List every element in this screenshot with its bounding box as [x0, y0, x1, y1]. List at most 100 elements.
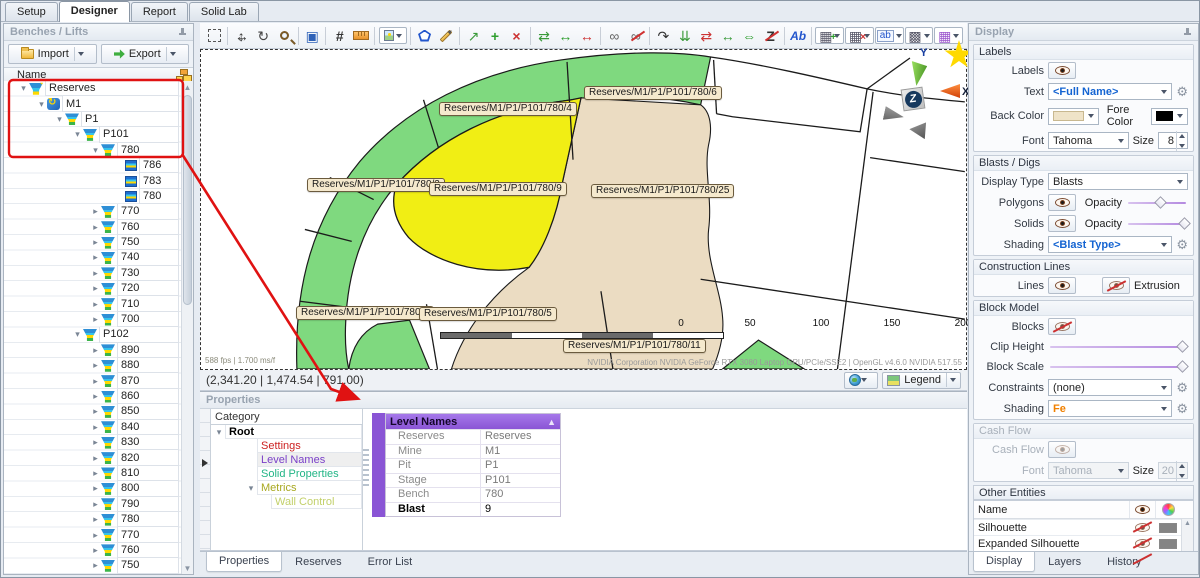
toolbar-button[interactable]: ∞ — [604, 25, 624, 47]
tree-scrollbar[interactable]: ▲ ▼ — [181, 81, 193, 574]
other-entities-column-header[interactable]: Name — [974, 501, 1193, 519]
slider-thumb[interactable] — [1176, 340, 1189, 353]
toolbar-button[interactable]: ↔ — [577, 25, 597, 47]
clip-height-slider[interactable] — [1048, 340, 1188, 354]
tree-row[interactable]: 786 — [14, 158, 193, 173]
property-row[interactable]: Stage P101 — [386, 473, 560, 488]
gear-icon[interactable]: ⚙ — [1176, 381, 1188, 394]
property-value[interactable]: P1 — [481, 459, 560, 473]
tree-row[interactable]: 770 — [14, 204, 193, 219]
labels-visibility-button[interactable] — [1048, 62, 1076, 79]
toolbar-button[interactable] — [598, 25, 603, 47]
property-value[interactable]: P101 — [481, 474, 560, 488]
toolbar-button[interactable]: ▩ — [905, 27, 934, 44]
toolbar-button[interactable]: ⇔ — [739, 25, 759, 47]
toolbar-button[interactable] — [351, 25, 371, 47]
expander-icon[interactable] — [72, 129, 83, 140]
tree-row[interactable]: 840 — [14, 420, 193, 435]
level-names-group-header[interactable]: Level Names ▲ — [386, 414, 560, 429]
entity-row[interactable]: Silhouette — [974, 519, 1181, 535]
expander-icon[interactable] — [213, 427, 225, 438]
expander-icon[interactable] — [90, 453, 101, 464]
toolbar-button[interactable] — [323, 25, 328, 47]
toolbar-button[interactable] — [408, 25, 413, 47]
document-tab[interactable]: Report — [131, 2, 188, 21]
expander-icon[interactable] — [90, 206, 101, 217]
toolbar-button[interactable]: # — [330, 25, 350, 47]
category-row[interactable]: Settings — [211, 439, 362, 453]
tree-row[interactable]: 800 — [14, 481, 193, 496]
tree-row[interactable]: 700 — [14, 312, 193, 327]
toolbar-button[interactable] — [372, 25, 377, 47]
toolbar-button[interactable] — [204, 25, 224, 47]
expander-icon[interactable] — [90, 268, 101, 279]
expander-icon[interactable] — [90, 560, 101, 571]
toolbar-button[interactable] — [232, 25, 252, 47]
expander-icon[interactable] — [90, 314, 101, 325]
solids-visibility-button[interactable] — [1048, 215, 1076, 232]
lines-visibility-button[interactable] — [1048, 277, 1076, 294]
expander-icon[interactable] — [90, 376, 101, 387]
property-value[interactable]: Reserves — [481, 430, 560, 444]
tree-row[interactable]: 780 — [14, 512, 193, 527]
toolbar-button[interactable] — [528, 25, 533, 47]
category-row[interactable]: Metrics — [211, 481, 362, 495]
tree-row[interactable]: 750 — [14, 558, 193, 573]
tree-row[interactable]: 790 — [14, 497, 193, 512]
expander-icon[interactable] — [90, 345, 101, 356]
tree-row[interactable]: 770 — [14, 527, 193, 542]
blast-label[interactable]: Reserves/M1/P1/P101/780/2 — [296, 306, 434, 320]
font-dropdown[interactable]: Tahoma — [1048, 132, 1129, 149]
expander-icon[interactable] — [72, 329, 83, 340]
toolbar-button[interactable]: × — [506, 25, 526, 47]
property-row[interactable]: Reserves Reserves — [386, 429, 560, 444]
back-color-dropdown[interactable] — [1048, 108, 1099, 125]
toolbar-button[interactable] — [225, 25, 230, 47]
properties-tab[interactable]: Properties — [206, 552, 282, 572]
legend-button[interactable]: Legend — [882, 372, 961, 389]
tree-row[interactable]: 860 — [14, 389, 193, 404]
tree-row[interactable]: P102 — [14, 327, 193, 342]
document-tab[interactable]: Designer — [59, 1, 130, 22]
toolbar-button[interactable]: ↷ — [653, 25, 673, 47]
tree-row[interactable]: 710 — [14, 296, 193, 311]
tree-row[interactable]: 783 — [14, 173, 193, 188]
fore-color-dropdown[interactable] — [1151, 108, 1188, 125]
pin-icon[interactable] — [178, 28, 187, 37]
axis-cone-icon[interactable] — [909, 121, 932, 144]
property-row[interactable]: Pit P1 — [386, 458, 560, 473]
expander-icon[interactable] — [90, 530, 101, 541]
export-button[interactable]: Export — [101, 44, 190, 64]
expander-icon[interactable] — [90, 545, 101, 556]
document-tab[interactable]: Solid Lab — [189, 2, 259, 21]
display-type-dropdown[interactable]: Blasts — [1048, 173, 1188, 190]
slider-thumb[interactable] — [1154, 196, 1167, 209]
expander-icon[interactable] — [245, 483, 257, 494]
blast-label[interactable]: Reserves/M1/P1/P101/780/4 — [439, 102, 577, 116]
toolbar-button[interactable]: ↗ — [463, 25, 483, 47]
tree-row[interactable]: 740 — [14, 250, 193, 265]
scroll-thumb[interactable] — [183, 95, 192, 305]
tree-row[interactable]: 810 — [14, 466, 193, 481]
properties-tab[interactable]: Reserves — [282, 552, 354, 573]
tree-row[interactable]: 850 — [14, 404, 193, 419]
toolbar-button[interactable] — [457, 25, 462, 47]
shading-dropdown[interactable]: <Blast Type> — [1048, 236, 1172, 253]
projection-button[interactable] — [844, 372, 878, 389]
toolbar-button[interactable]: ↔ — [555, 25, 575, 47]
expander-icon[interactable] — [90, 299, 101, 310]
entity-color-swatch[interactable] — [1159, 539, 1177, 549]
tree-row[interactable]: 750 — [14, 235, 193, 250]
display-tab[interactable]: Display — [973, 552, 1035, 572]
pin-icon[interactable] — [1183, 28, 1192, 37]
expander-icon[interactable] — [90, 483, 101, 494]
property-value[interactable]: M1 — [481, 445, 560, 459]
toolbar-button[interactable]: ▣ — [302, 25, 322, 47]
tree-row[interactable]: M1 — [14, 96, 193, 111]
blast-label[interactable]: Reserves/M1/P1/P101/780/9 — [429, 182, 567, 196]
expander-icon[interactable] — [90, 499, 101, 510]
document-tab[interactable]: Setup — [5, 2, 58, 21]
category-column-header[interactable]: Category — [211, 409, 362, 425]
expander-icon[interactable] — [90, 514, 101, 525]
polygons-opacity-slider[interactable] — [1126, 196, 1188, 210]
